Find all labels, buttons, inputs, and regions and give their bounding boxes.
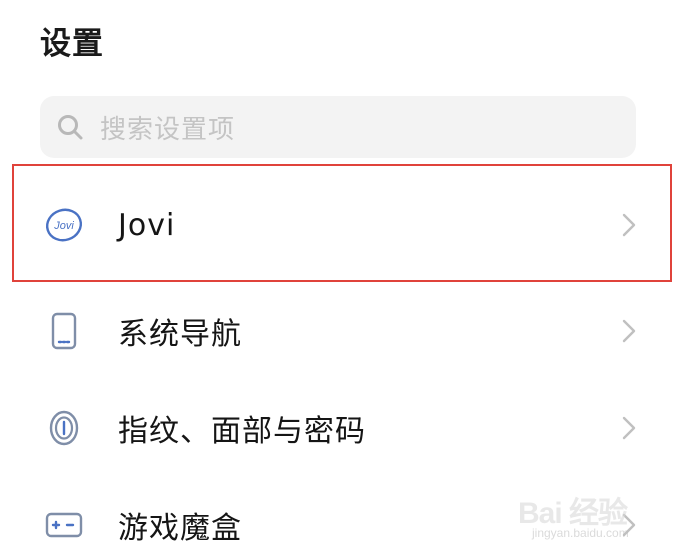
page-title: 设置 [40,26,104,62]
setting-label-fingerprint-face-password: 指纹、面部与密码 [118,413,366,449]
jovi-icon: Jovi [44,205,84,245]
chevron-right-icon [620,211,638,239]
watermark: Bai 经验 jingyan.baidu.com [518,488,668,546]
search-placeholder: 搜索设置项 [100,114,236,145]
setting-item-fingerprint-face-password[interactable]: 指纹、面部与密码 [0,379,686,476]
setting-label-jovi: Jovi [118,207,176,243]
setting-label-game-box: 游戏魔盒 [118,510,242,546]
setting-item-jovi[interactable]: Jovi Jovi [0,168,686,282]
search-icon [56,113,84,141]
setting-label-system-navigation: 系统导航 [118,316,242,352]
setting-item-system-navigation[interactable]: 系统导航 [0,282,686,379]
chevron-right-icon [620,317,638,345]
chevron-right-icon [620,414,638,442]
search-bar[interactable]: 搜索设置项 [40,96,636,158]
fingerprint-icon [44,408,84,448]
watermark-url: jingyan.baidu.com [532,526,629,540]
phone-navigation-icon [44,311,84,351]
settings-page: 设置 搜索设置项 Jovi Jovi 系统导航 指纹、面部与密码 游戏魔盒 Ba… [0,0,686,552]
jovi-icon-text: Jovi [53,220,74,232]
game-box-icon [44,505,84,545]
